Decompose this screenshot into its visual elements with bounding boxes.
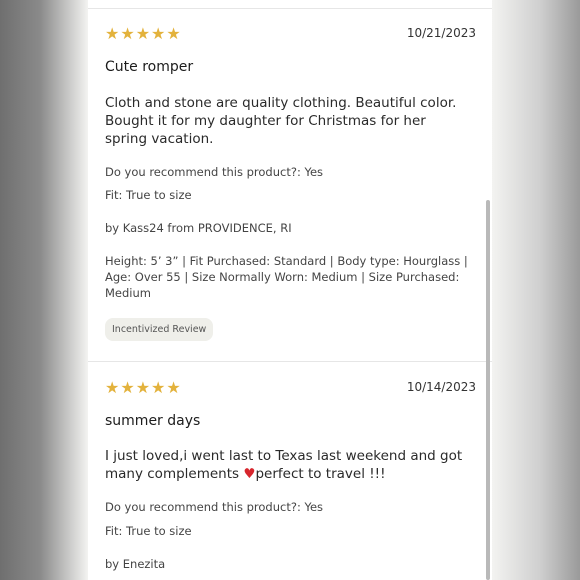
star-rating: ★★★★★	[105, 378, 182, 397]
fit-text: Fit: True to size	[105, 524, 192, 538]
review-title: summer days	[105, 413, 201, 429]
reviewer-details: Height: 5’ 3” | Fit Purchased: Standard …	[105, 254, 468, 300]
review-text: Cloth and stone are quality clothing. Be…	[105, 95, 457, 147]
review-author: by Enezita	[105, 557, 166, 571]
review-date: 10/14/2023	[406, 380, 476, 394]
review-date: 10/21/2023	[406, 26, 476, 40]
review-text: I just loved,i went last to Texas last w…	[105, 447, 465, 483]
reviews-panel: ★★★★★ 10/21/2023 Cute romper Cloth and s…	[88, 0, 492, 580]
heart-icon: ♥	[243, 466, 256, 482]
review-author: by Kass24 from PROVIDENCE, RI	[105, 221, 292, 235]
divider	[88, 8, 492, 9]
incentivized-badge: Incentivized Review	[105, 318, 214, 341]
divider	[88, 361, 492, 362]
review-text-part: perfect to travel !!!	[255, 466, 386, 482]
recommend-text: Do you recommend this product?: Yes	[105, 500, 324, 514]
star-rating: ★★★★★	[105, 24, 182, 43]
review-title: Cute romper	[105, 59, 194, 75]
scrollbar[interactable]	[486, 200, 490, 580]
fit-text: Fit: True to size	[105, 188, 192, 202]
recommend-text: Do you recommend this product?: Yes	[105, 165, 324, 179]
